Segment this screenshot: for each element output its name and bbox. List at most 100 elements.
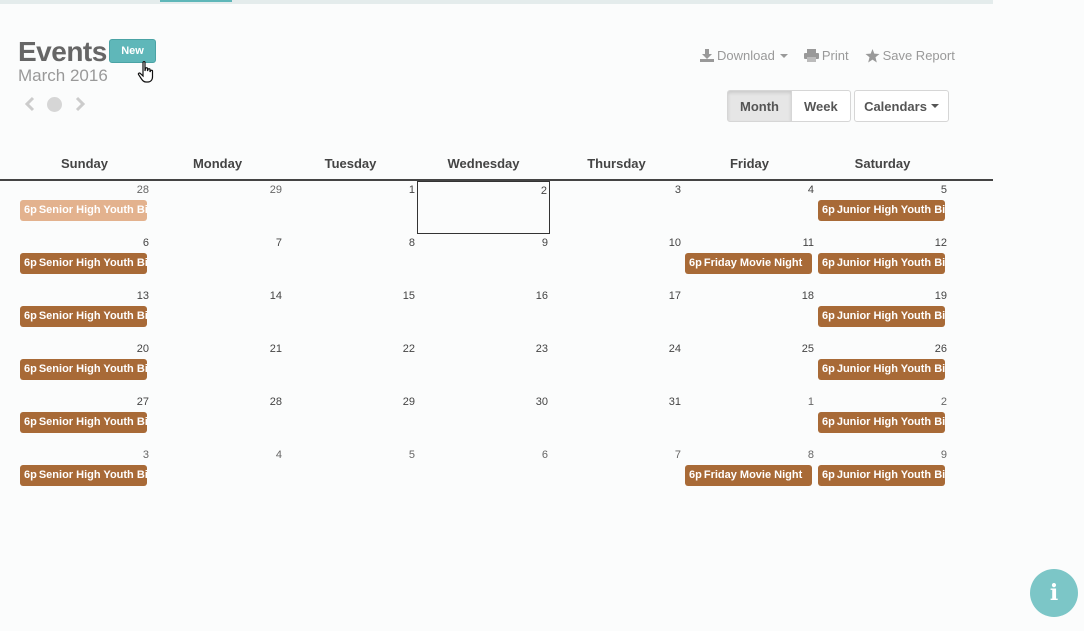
event-title: Junior High Youth Bible Study <box>836 416 945 428</box>
save-report-button[interactable]: Save Report <box>865 48 955 63</box>
day-cell[interactable]: 28 <box>151 393 284 446</box>
day-cell[interactable]: 1 <box>683 393 816 446</box>
calendars-label: Calendars <box>864 98 927 114</box>
weekday-monday: Monday <box>192 156 243 171</box>
calendar-event[interactable]: 6pJunior High Youth Bible Study <box>818 253 945 274</box>
calendar-event[interactable]: 6pSenior High Youth Bible Study <box>20 412 147 433</box>
day-cell[interactable]: 24 <box>550 340 683 393</box>
day-cell[interactable]: 10 <box>550 234 683 287</box>
day-number: 7 <box>674 449 681 461</box>
day-cell[interactable]: 2 <box>417 181 550 234</box>
calendar-event[interactable]: 6p Friday Movie Night <box>685 465 812 486</box>
day-cell[interactable]: 25 <box>683 340 816 393</box>
calendar-event[interactable]: 6pJunior High Youth Bible Study <box>818 412 945 433</box>
day-number: 1 <box>408 184 415 196</box>
print-button[interactable]: Print <box>803 48 849 63</box>
calendar-event[interactable]: 6pJunior High Youth Bible Study <box>818 200 945 221</box>
month-view-button[interactable]: Month <box>727 90 792 122</box>
day-cell[interactable]: 14 <box>151 287 284 340</box>
event-title: Senior High Youth Bible Study <box>38 310 147 322</box>
event-time: 6p <box>24 204 37 216</box>
event-time: 6p <box>822 416 835 428</box>
day-cell[interactable]: 4 <box>683 181 816 234</box>
day-cell[interactable]: 23 <box>417 340 550 393</box>
day-cell[interactable]: 9 <box>417 234 550 287</box>
day-cell[interactable]: 18 <box>683 287 816 340</box>
day-number: 2 <box>540 185 547 197</box>
day-number: 24 <box>668 343 681 355</box>
day-number: 8 <box>408 237 415 249</box>
calendar-event[interactable]: 6pJunior High Youth Bible Study <box>818 306 945 327</box>
day-number: 28 <box>136 184 149 196</box>
day-number: 18 <box>801 290 814 302</box>
event-time: 6p <box>24 310 37 322</box>
chevron-right-icon[interactable] <box>72 96 88 112</box>
day-cell[interactable]: 3 <box>550 181 683 234</box>
today-dot-button[interactable] <box>47 97 62 112</box>
event-title: Senior High Youth Bible Study <box>38 469 147 481</box>
event-time: 6p <box>24 257 37 269</box>
day-cell[interactable]: 30 <box>417 393 550 446</box>
print-icon <box>803 49 819 62</box>
day-cell[interactable]: 5 <box>284 446 417 499</box>
event-time: 6p <box>24 469 37 481</box>
info-icon[interactable]: i <box>1030 569 1078 617</box>
day-cell[interactable]: 1 <box>284 181 417 234</box>
save-report-label: Save Report <box>882 48 955 63</box>
day-number: 3 <box>142 449 149 461</box>
day-cell[interactable]: 8 <box>284 234 417 287</box>
day-cell[interactable]: 29 <box>284 393 417 446</box>
hand-cursor-icon <box>137 61 154 83</box>
day-number: 27 <box>136 396 149 408</box>
event-time: 6p <box>24 416 37 428</box>
day-number: 13 <box>136 290 149 302</box>
day-number: 5 <box>940 184 947 196</box>
day-cell[interactable]: 6 <box>417 446 550 499</box>
day-cell[interactable]: 4 <box>151 446 284 499</box>
day-cell[interactable]: 31 <box>550 393 683 446</box>
star-icon <box>865 48 880 62</box>
week-view-button[interactable]: Week <box>791 90 851 122</box>
weekday-thursday: Thursday <box>587 156 646 171</box>
calendar-event[interactable]: 6pSenior High Youth Bible Study <box>20 200 147 221</box>
event-title: Junior High Youth Bible Study <box>836 469 945 481</box>
calendar-event[interactable]: 6pSenior High Youth Bible Study <box>20 253 147 274</box>
calendars-dropdown[interactable]: Calendars <box>854 90 949 122</box>
day-number: 29 <box>269 184 282 196</box>
calendar-event[interactable]: 6pSenior High Youth Bible Study <box>20 359 147 380</box>
calendar-event[interactable]: 6pJunior High Youth Bible Study <box>818 465 945 486</box>
event-title: Junior High Youth Bible Study <box>836 363 945 375</box>
weekday-tuesday: Tuesday <box>324 156 377 171</box>
day-number: 9 <box>940 449 947 461</box>
download-button[interactable]: Download <box>700 48 788 63</box>
day-cell[interactable]: 17 <box>550 287 683 340</box>
event-title: Senior High Youth Bible Study <box>38 204 147 216</box>
day-number: 5 <box>408 449 415 461</box>
day-cell[interactable]: 21 <box>151 340 284 393</box>
print-label: Print <box>821 48 849 63</box>
day-number: 19 <box>934 290 947 302</box>
chevron-left-icon[interactable] <box>22 96 38 112</box>
day-cell[interactable]: 7 <box>550 446 683 499</box>
calendar-event[interactable]: 6p Friday Movie Night <box>685 253 812 274</box>
day-cell[interactable]: 15 <box>284 287 417 340</box>
day-number: 3 <box>674 184 681 196</box>
weekday-saturday: Saturday <box>854 156 911 171</box>
day-number: 1 <box>807 396 814 408</box>
day-number: 30 <box>535 396 548 408</box>
day-number: 14 <box>269 290 282 302</box>
day-cell[interactable]: 22 <box>284 340 417 393</box>
calendar-event[interactable]: 6pSenior High Youth Bible Study <box>20 306 147 327</box>
weekday-friday: Friday <box>729 156 769 171</box>
day-number: 29 <box>402 396 415 408</box>
event-title: Friday Movie Night <box>703 257 803 269</box>
day-cell[interactable]: 7 <box>151 234 284 287</box>
day-number: 11 <box>802 237 814 249</box>
calendar-event[interactable]: 6pJunior High Youth Bible Study <box>818 359 945 380</box>
event-time: 6p <box>822 469 835 481</box>
day-cell[interactable]: 16 <box>417 287 550 340</box>
day-number: 15 <box>402 290 415 302</box>
day-cell[interactable]: 29 <box>151 181 284 234</box>
day-number: 16 <box>535 290 548 302</box>
calendar-event[interactable]: 6pSenior High Youth Bible Study <box>20 465 147 486</box>
